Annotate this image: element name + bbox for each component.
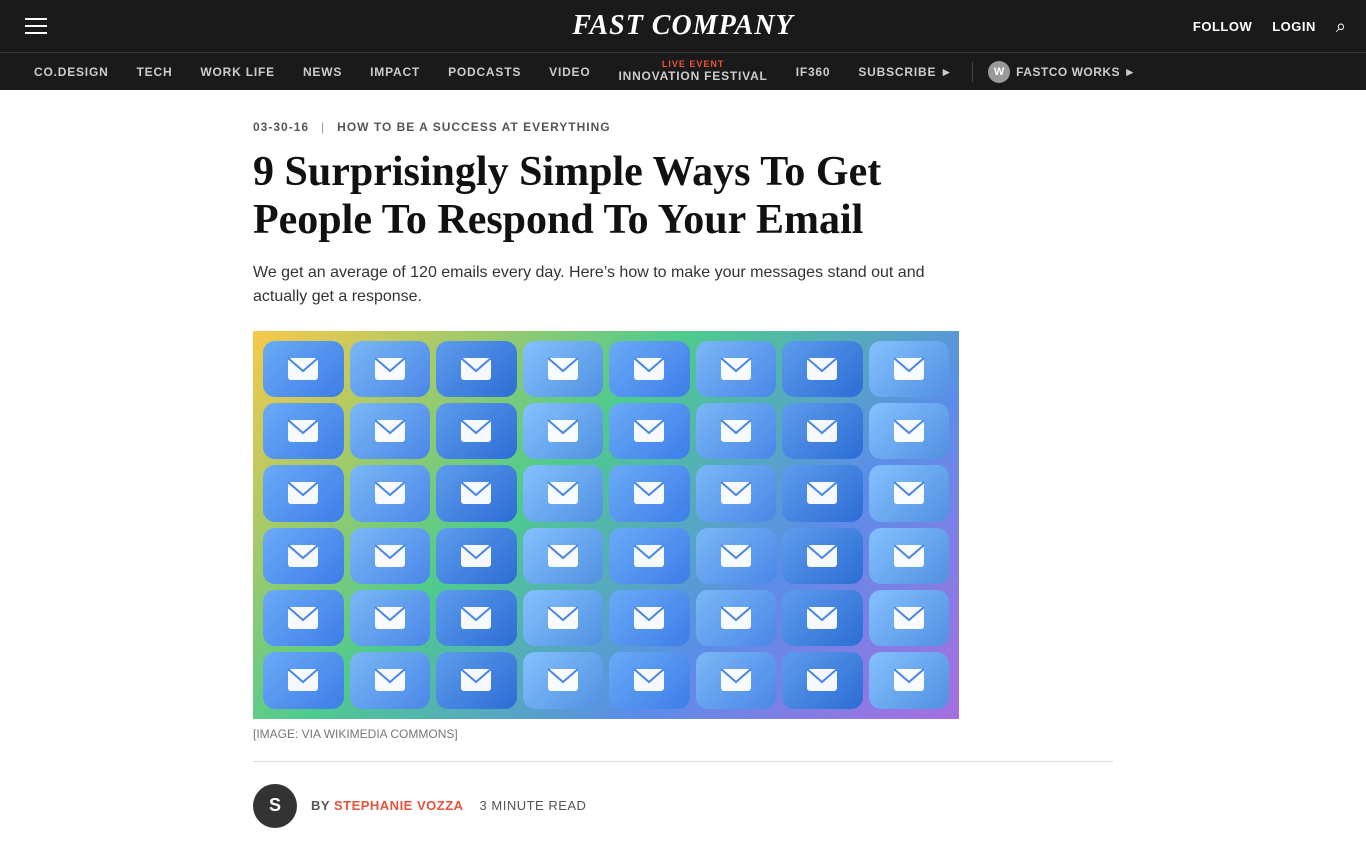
top-header: FAST CΟMPANY FOLLOW LOGIN ⌕ (0, 0, 1366, 52)
email-icon (523, 465, 604, 521)
author-row: S BY STEPHANIE VOZZA 3 MINUTE READ (253, 780, 1113, 828)
fastco-works-badge: W (988, 61, 1010, 83)
author-name-link[interactable]: STEPHANIE VOZZA (334, 798, 464, 813)
nav-co-design[interactable]: CO.DESIGN (20, 53, 123, 91)
email-icon (523, 652, 604, 708)
email-icon (436, 403, 517, 459)
image-caption: [IMAGE: VIA WIKIMEDIA COMMONS] (253, 727, 1113, 741)
email-icon (436, 652, 517, 708)
email-icon (782, 528, 863, 584)
nav-work-life[interactable]: WORK LIFE (186, 53, 289, 91)
email-icon (609, 403, 690, 459)
meta-divider: | (321, 120, 325, 134)
email-icon (609, 652, 690, 708)
email-icon (523, 341, 604, 397)
email-icon (869, 341, 950, 397)
follow-link[interactable]: FOLLOW (1193, 19, 1252, 34)
email-icon (782, 341, 863, 397)
email-icon (696, 590, 777, 646)
article-meta: 03-30-16 | HOW TO BE A SUCCESS AT EVERYT… (253, 120, 1113, 134)
email-icon (350, 341, 431, 397)
email-icon (782, 465, 863, 521)
email-icon (350, 652, 431, 708)
email-icon (263, 465, 344, 521)
hero-image-container (253, 331, 959, 719)
fastco-works-link[interactable]: W FASTCO WORKS ► (978, 53, 1146, 91)
header-right: FOLLOW LOGIN ⌕ (1193, 16, 1346, 37)
email-icon (263, 590, 344, 646)
author-initial: S (269, 795, 281, 816)
login-link[interactable]: LOGIN (1272, 19, 1316, 34)
read-time: 3 MINUTE READ (480, 798, 587, 813)
article-date: 03-30-16 (253, 120, 309, 134)
email-icon (696, 528, 777, 584)
email-icon (696, 341, 777, 397)
email-icon (436, 528, 517, 584)
email-icon (263, 341, 344, 397)
search-icon[interactable]: ⌕ (1336, 16, 1346, 37)
author-byline-label: BY STEPHANIE VOZZA (311, 798, 464, 813)
nav-tech[interactable]: TECH (123, 53, 187, 91)
email-icon (869, 652, 950, 708)
email-icon (436, 465, 517, 521)
email-icon (523, 590, 604, 646)
email-icon (350, 403, 431, 459)
article-category[interactable]: HOW TO BE A SUCCESS AT EVERYTHING (337, 120, 610, 134)
email-icon (696, 465, 777, 521)
live-event-badge: LIVE EVENT (662, 60, 725, 69)
author-avatar: S (253, 784, 297, 828)
nav-subscribe[interactable]: SUBSCRIBE ► (844, 53, 967, 91)
email-icon (350, 528, 431, 584)
email-icon (263, 652, 344, 708)
nav-podcasts[interactable]: PODCASTS (434, 53, 535, 91)
article-title: 9 Surprisingly Simple Ways To Get People… (253, 148, 953, 245)
author-info: BY STEPHANIE VOZZA 3 MINUTE READ (311, 798, 586, 813)
email-icon (523, 403, 604, 459)
email-icon (350, 590, 431, 646)
nav-if360[interactable]: IF360 (782, 53, 845, 91)
site-logo[interactable]: FAST CΟMPANY (572, 10, 793, 42)
innovation-festival-label: INNOVATION FESTIVAL (618, 69, 767, 83)
email-icon (782, 590, 863, 646)
email-icon (696, 652, 777, 708)
article-subtitle: We get an average of 120 emails every da… (253, 261, 943, 309)
hero-image (253, 331, 959, 719)
email-icon (350, 465, 431, 521)
email-icon (869, 465, 950, 521)
nav-news[interactable]: NEWS (289, 53, 356, 91)
nav-divider (972, 62, 973, 82)
article-divider (253, 761, 1113, 762)
email-icon (869, 528, 950, 584)
email-icon (782, 403, 863, 459)
email-icon (609, 465, 690, 521)
email-icon (782, 652, 863, 708)
nav-impact[interactable]: IMPACT (356, 53, 434, 91)
email-icon (869, 403, 950, 459)
main-nav: CO.DESIGN TECH WORK LIFE NEWS IMPACT POD… (0, 52, 1366, 90)
email-icon (436, 590, 517, 646)
email-icon (263, 528, 344, 584)
email-icon (869, 590, 950, 646)
nav-innovation-festival[interactable]: LIVE EVENT INNOVATION FESTIVAL (604, 53, 781, 91)
email-icon (263, 403, 344, 459)
email-icon (696, 403, 777, 459)
nav-video[interactable]: VIDEO (535, 53, 604, 91)
hamburger-menu[interactable] (20, 13, 52, 39)
fastco-works-label: FASTCO WORKS ► (1016, 65, 1136, 79)
email-icon (523, 528, 604, 584)
email-icon (609, 590, 690, 646)
email-icon (609, 341, 690, 397)
email-icon (609, 528, 690, 584)
article-main: 03-30-16 | HOW TO BE A SUCCESS AT EVERYT… (233, 90, 1133, 848)
email-icon (436, 341, 517, 397)
